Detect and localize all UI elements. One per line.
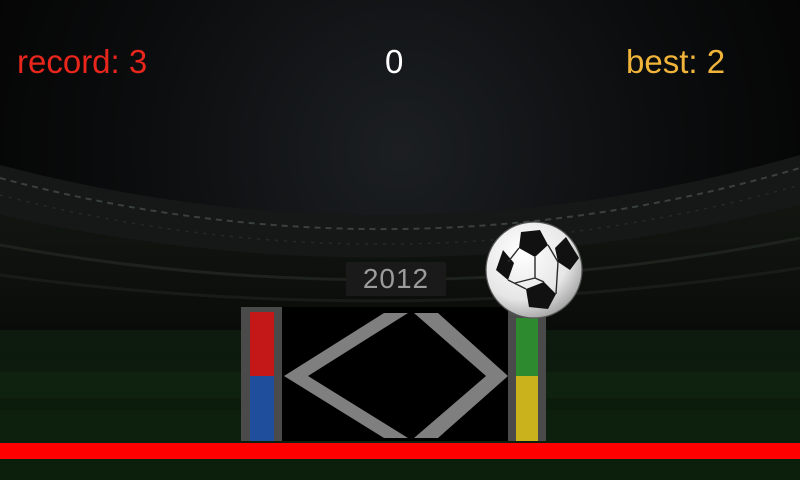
right-post (508, 307, 546, 441)
move-right-button[interactable] (396, 307, 510, 441)
best-label: best: 2 (626, 43, 726, 80)
year-banner: 2012 (346, 262, 446, 296)
left-post (241, 307, 282, 441)
soccer-ball (485, 221, 583, 319)
ground-line (0, 443, 800, 459)
move-left-button[interactable] (282, 307, 396, 441)
record-label: record: 3 (17, 43, 148, 80)
current-score: 0 (385, 43, 404, 80)
game-stage: 2012 record: 3 0 best: 2 (0, 0, 800, 480)
